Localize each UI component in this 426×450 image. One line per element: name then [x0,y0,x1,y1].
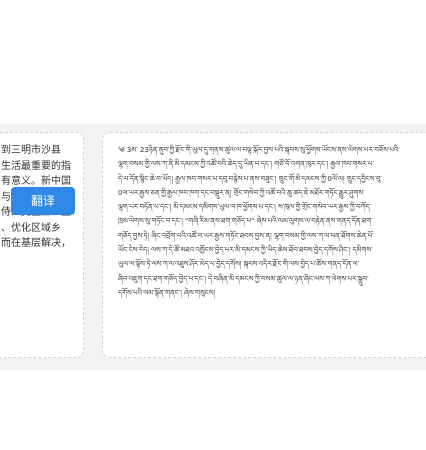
translation-result-text: ༄ 3མ་ 23ཉིན་ནུབ་ཀྱི་རྫོང་གི་ཡུལ་དུ་གནས་ཚ… [118,146,400,297]
source-text-panel[interactable]: 到三明市沙县 生活最重要的指 有意义。新中国 与一些发达国家 侍人民至上、生 、… [0,132,84,358]
translator-page: 到三明市沙县 生活最重要的指 有意义。新中国 与一些发达国家 侍人民至上、生 、… [0,0,426,450]
translation-result-panel: ༄ 3མ་ 23ཉིན་ནུབ་ཀྱི་རྫོང་གི་ཡུལ་དུ་གནས་ཚ… [102,132,426,358]
translate-button[interactable]: 翻译 [11,187,75,215]
